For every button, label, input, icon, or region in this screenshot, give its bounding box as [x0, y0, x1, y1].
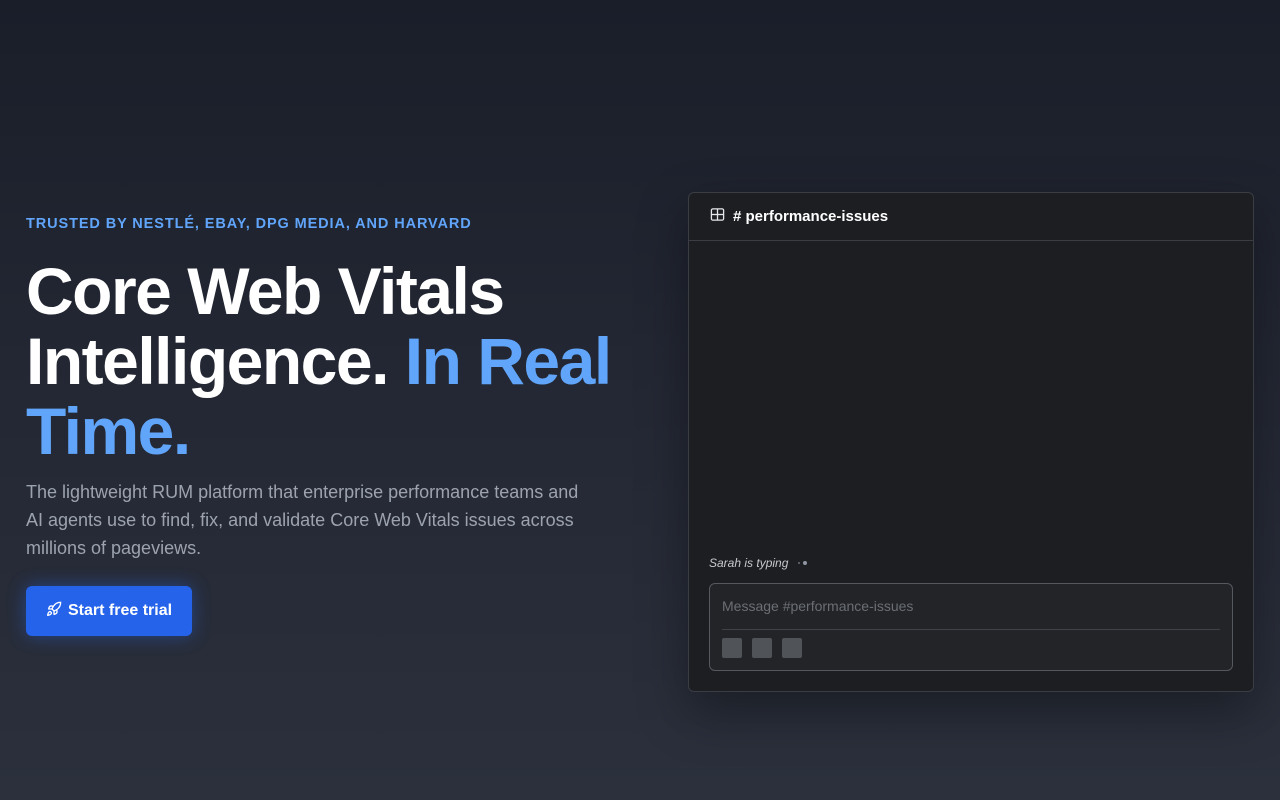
chat-header: # performance-issues	[689, 193, 1253, 241]
hero-headline: Core Web Vitals Intelligence. In Real Ti…	[26, 256, 626, 466]
headline-line-2: Intelligence.	[26, 324, 389, 398]
cta-label: Start free trial	[68, 602, 173, 619]
emoji-tool-button[interactable]	[782, 638, 802, 658]
typing-indicator: Sarah is typing	[709, 556, 808, 570]
typing-text: Sarah is typing	[709, 556, 789, 570]
rocket-icon	[46, 601, 62, 622]
typing-dots-icon	[798, 561, 808, 565]
composer-divider	[722, 629, 1220, 630]
chat-panel: # performance-issues Sarah is typing	[688, 192, 1254, 692]
attach-tool-button[interactable]	[752, 638, 772, 658]
format-tool-button[interactable]	[722, 638, 742, 658]
hero-subtext: The lightweight RUM platform that enterp…	[26, 482, 579, 558]
headline-line-1: Core Web Vitals	[26, 254, 505, 328]
channel-name: # performance-issues	[733, 208, 889, 225]
message-input[interactable]	[710, 584, 1232, 628]
message-composer	[709, 583, 1233, 671]
grid-icon	[710, 207, 725, 227]
composer-toolbar	[722, 638, 802, 658]
trusted-by-eyebrow: TRUSTED BY NESTLÉ, EBAY, DPG MEDIA, AND …	[26, 216, 472, 232]
start-free-trial-button[interactable]: Start free trial	[26, 586, 193, 636]
hero-section: TRUSTED BY NESTLÉ, EBAY, DPG MEDIA, AND …	[26, 214, 626, 636]
